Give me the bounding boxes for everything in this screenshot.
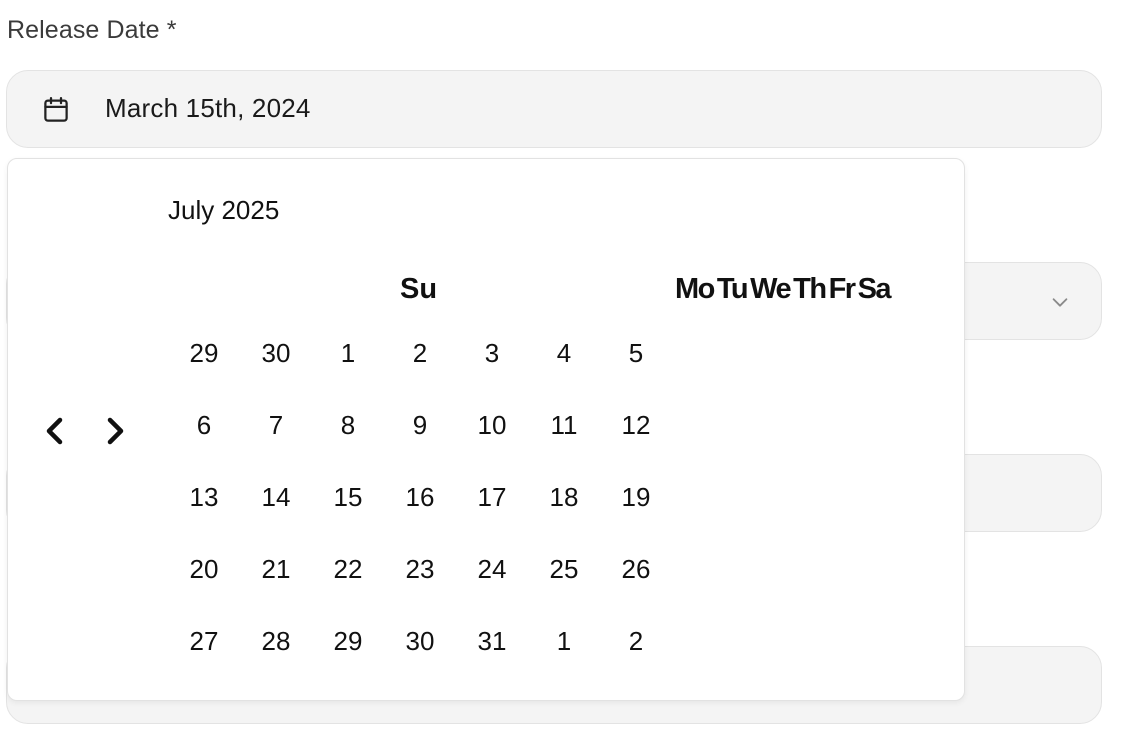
calendar-day[interactable]: 29 (168, 317, 240, 389)
calendar-day[interactable]: 3 (456, 317, 528, 389)
release-date-value: March 15th, 2024 (105, 93, 311, 123)
weekday-headers: Mo Tu We Th Fr Sa (675, 273, 893, 306)
calendar-day[interactable]: 18 (528, 461, 600, 533)
calendar-icon (44, 97, 68, 122)
calendar-week: 20 21 22 23 24 25 26 (168, 533, 672, 605)
calendar-day[interactable]: 16 (384, 461, 456, 533)
calendar-week: 13 14 15 16 17 18 19 (168, 461, 672, 533)
calendar-day[interactable]: 6 (168, 389, 240, 461)
weekday-header: Fr (828, 273, 857, 305)
weekday-header: Tu (716, 273, 749, 305)
release-date-picker-trigger[interactable]: March 15th, 2024 (6, 70, 1102, 148)
chevron-right-icon (107, 417, 124, 445)
calendar-grid: 29 30 1 2 3 4 5 6 7 8 9 10 11 12 13 14 1… (168, 317, 672, 677)
calendar-day[interactable]: 22 (312, 533, 384, 605)
calendar-day[interactable]: 13 (168, 461, 240, 533)
calendar-day[interactable]: 4 (528, 317, 600, 389)
calendar-day[interactable]: 21 (240, 533, 312, 605)
calendar-day[interactable]: 26 (600, 533, 672, 605)
calendar-day[interactable]: 17 (456, 461, 528, 533)
chevron-left-icon (46, 417, 63, 445)
weekday-header: We (750, 273, 791, 305)
calendar-week: 27 28 29 30 31 1 2 (168, 605, 672, 677)
calendar-week: 6 7 8 9 10 11 12 (168, 389, 672, 461)
calendar-day[interactable]: 2 (384, 317, 456, 389)
calendar-day[interactable]: 12 (600, 389, 672, 461)
calendar-day[interactable]: 24 (456, 533, 528, 605)
calendar-day[interactable]: 30 (384, 605, 456, 677)
calendar-day[interactable]: 8 (312, 389, 384, 461)
weekday-header-sunday: Su (400, 273, 438, 305)
calendar-day[interactable]: 23 (384, 533, 456, 605)
previous-month-button[interactable] (36, 411, 76, 451)
calendar-day[interactable]: 30 (240, 317, 312, 389)
calendar-day[interactable]: 9 (384, 389, 456, 461)
calendar-day[interactable]: 10 (456, 389, 528, 461)
calendar-day[interactable]: 19 (600, 461, 672, 533)
weekday-header: Mo (675, 273, 715, 305)
weekday-header: Th (793, 273, 827, 305)
release-date-label: Release Date * (7, 16, 177, 44)
release-form: Release Date * March 15th, 2024 July 202… (0, 0, 1124, 734)
calendar-day[interactable]: 1 (528, 605, 600, 677)
calendar-day[interactable]: 14 (240, 461, 312, 533)
chevron-down-icon (1052, 298, 1068, 307)
calendar-day[interactable]: 28 (240, 605, 312, 677)
calendar-day[interactable]: 15 (312, 461, 384, 533)
calendar-day[interactable]: 27 (168, 605, 240, 677)
calendar-day[interactable]: 20 (168, 533, 240, 605)
calendar-week: 29 30 1 2 3 4 5 (168, 317, 672, 389)
calendar-day[interactable]: 2 (600, 605, 672, 677)
calendar-day[interactable]: 25 (528, 533, 600, 605)
next-month-button[interactable] (94, 411, 134, 451)
weekday-header: Sa (857, 273, 892, 305)
month-caption: July 2025 (168, 195, 280, 225)
calendar-day[interactable]: 29 (312, 605, 384, 677)
calendar-day[interactable]: 5 (600, 317, 672, 389)
calendar-day[interactable]: 11 (528, 389, 600, 461)
calendar-day[interactable]: 1 (312, 317, 384, 389)
calendar-popover: July 2025 Su Mo Tu We Th Fr Sa 29 30 1 2 3 4 … (7, 158, 965, 701)
calendar-day[interactable]: 31 (456, 605, 528, 677)
calendar-day[interactable]: 7 (240, 389, 312, 461)
